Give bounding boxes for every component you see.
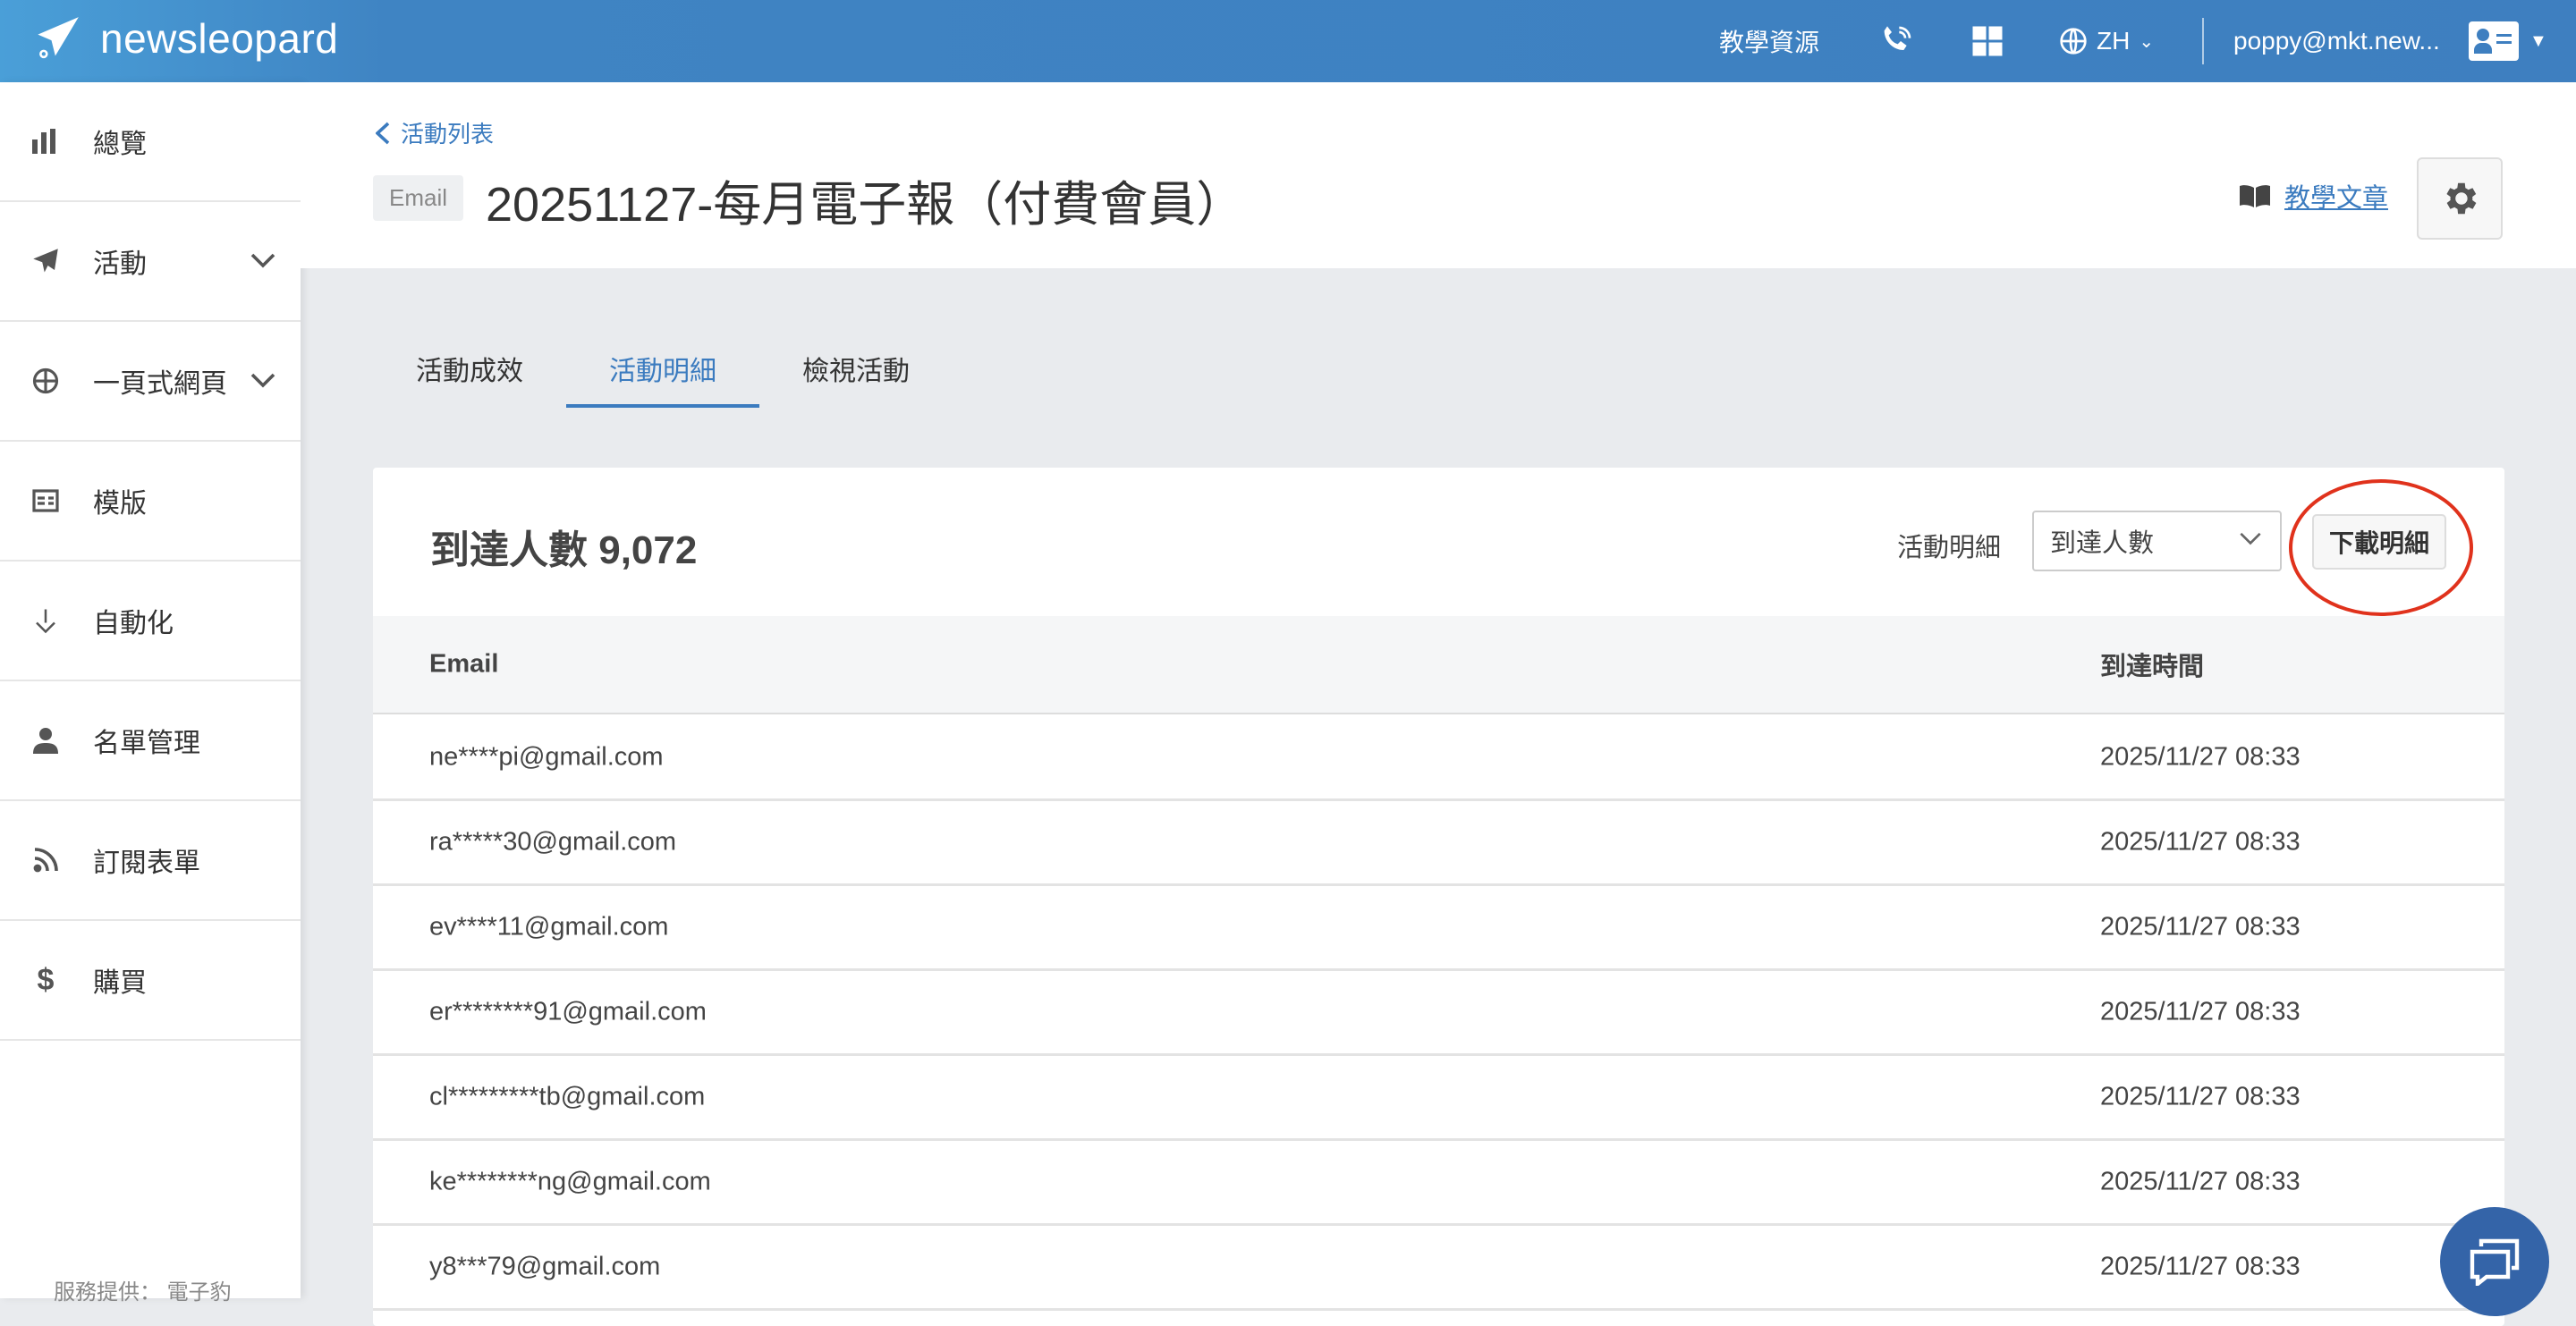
delivered-time-cell: 2025/11/27 08:33 — [2100, 1082, 2301, 1111]
email-cell: ke********ng@gmail.com — [429, 1167, 711, 1196]
phone-icon[interactable] — [1878, 0, 1914, 82]
sidebar-item-label: 一頁式網頁 — [93, 369, 227, 399]
chevron-down-icon — [250, 253, 275, 268]
sidebar-item-landing-pages[interactable]: 一頁式網頁 — [0, 322, 301, 442]
globe-icon — [30, 366, 61, 396]
email-cell: ev****11@gmail.com — [429, 912, 669, 942]
chat-support-button[interactable] — [2440, 1207, 2549, 1316]
delivered-count: 到達人數 9,072 — [430, 528, 698, 572]
paper-plane-icon — [30, 246, 61, 276]
delivered-time-cell: 2025/11/27 08:33 — [2100, 827, 2301, 857]
sidebar-item-overview[interactable]: 總覽 — [0, 82, 301, 202]
account-menu[interactable]: ▼ — [2469, 0, 2547, 82]
selected-value: 到達人數 — [2050, 529, 2155, 558]
tab-details[interactable]: 活動明細 — [566, 340, 759, 408]
sidebar-item-label: 模版 — [93, 489, 147, 519]
language-label: ZH — [2097, 27, 2131, 55]
back-label: 活動列表 — [401, 121, 495, 148]
sidebar-item-label: 訂閱表單 — [93, 849, 200, 878]
table-row: cl*********tb@gmail.com 2025/11/27 08:33 — [373, 1056, 2504, 1141]
sidebar-item-automation[interactable]: 自動化 — [0, 562, 301, 681]
column-header-delivered-time[interactable]: 到達時間 — [2100, 646, 2204, 683]
table-row: ne****pi@gmail.com 2025/11/27 08:33 — [373, 716, 2504, 801]
sidebar-item-templates[interactable]: 模版 — [0, 442, 301, 562]
paper-plane-logo-icon — [38, 17, 79, 59]
bar-chart-icon — [30, 126, 61, 156]
sidebar-item-campaigns[interactable]: 活動 — [0, 202, 301, 322]
gear-icon — [2446, 182, 2477, 215]
details-card: 到達人數 9,072 活動明細 到達人數 下載明細 Email 到達時間 ne*… — [373, 468, 2504, 1326]
chevron-down-icon — [250, 373, 275, 388]
resources-link[interactable]: 教學資源 — [1719, 0, 1819, 82]
tab-performance[interactable]: 活動成效 — [373, 340, 566, 408]
delivered-time-cell: 2025/11/27 08:33 — [2100, 742, 2301, 772]
sidebar-item-contacts[interactable]: 名單管理 — [0, 681, 301, 801]
table-row: er********91@gmail.com 2025/11/27 08:33 — [373, 971, 2504, 1056]
language-switcher[interactable]: ZH ⌄ — [2059, 0, 2154, 82]
email-cell: cl*********tb@gmail.com — [429, 1082, 706, 1111]
campaign-type-tag: Email — [373, 175, 464, 221]
divider — [2202, 18, 2204, 64]
back-to-campaign-list[interactable]: 活動列表 — [376, 116, 494, 149]
settings-button[interactable] — [2417, 157, 2503, 240]
detail-type-select[interactable]: 到達人數 — [2032, 511, 2282, 571]
globe-icon — [2060, 28, 2087, 55]
email-cell: ra*****30@gmail.com — [429, 827, 677, 857]
sidebar-item-label: 購買 — [93, 968, 147, 998]
email-cell: er********91@gmail.com — [429, 997, 707, 1026]
chat-icon — [2470, 1238, 2520, 1286]
delivered-time-cell: 2025/11/27 08:33 — [2100, 912, 2301, 942]
top-bar: newsleopard 教學資源 ZH ⌄ poppy@mkt.new... ▼ — [0, 0, 2576, 82]
sidebar-item-label: 名單管理 — [93, 729, 200, 758]
sidebar: 總覽 活動 一頁式網頁 模版 自動化 名單管理 訂閱表單 $ 購買 服務提供： … — [0, 82, 301, 1305]
dollar-icon: $ — [37, 962, 55, 997]
table-row: ev****11@gmail.com 2025/11/27 08:33 — [373, 886, 2504, 971]
table-row: ke********ng@gmail.com 2025/11/27 08:33 — [373, 1141, 2504, 1226]
sidebar-item-label: 活動 — [93, 249, 147, 279]
sidebar-item-subscription-forms[interactable]: 訂閱表單 — [0, 801, 301, 921]
table-header: Email 到達時間 — [373, 616, 2504, 714]
email-cell: ne****pi@gmail.com — [429, 742, 664, 772]
person-icon — [30, 725, 61, 756]
delivered-time-cell: 2025/11/27 08:33 — [2100, 1167, 2301, 1196]
brand-logo[interactable]: newsleopard — [34, 14, 338, 63]
rss-icon — [30, 845, 61, 875]
apps-grid-icon[interactable] — [1971, 0, 2004, 82]
table-row: ra*****30@gmail.com 2025/11/27 08:33 — [373, 801, 2504, 886]
brand-name: newsleopard — [100, 15, 339, 62]
campaign-tabs: 活動成效 活動明細 檢視活動 — [373, 340, 953, 408]
book-icon — [2239, 185, 2270, 207]
filter-label: 活動明細 — [1897, 534, 2002, 562]
caret-down-icon: ▼ — [2529, 30, 2547, 51]
automation-icon — [30, 605, 61, 636]
sidebar-item-label: 總覽 — [93, 130, 147, 159]
delivered-time-cell: 2025/11/27 08:33 — [2100, 1252, 2301, 1281]
delivered-time-cell: 2025/11/27 08:33 — [2100, 997, 2301, 1026]
download-details-button[interactable]: 下載明細 — [2312, 514, 2446, 570]
chevron-down-icon: ⌄ — [2139, 31, 2155, 52]
template-icon — [30, 486, 61, 516]
service-provider-note: 服務提供： 電子豹 — [54, 1280, 232, 1305]
tutorial-label: 教學文章 — [2284, 184, 2388, 213]
chevron-down-icon — [2240, 532, 2261, 545]
chevron-left-icon — [376, 122, 390, 144]
contact-card-icon — [2469, 21, 2519, 61]
tab-view-campaign[interactable]: 檢視活動 — [759, 340, 953, 408]
page-title: 20251127-每月電子報（付費會員） — [486, 178, 1245, 232]
tutorial-link[interactable]: 教學文章 — [2239, 177, 2388, 215]
sidebar-item-purchase[interactable]: $ 購買 — [0, 921, 301, 1041]
column-header-email[interactable]: Email — [429, 650, 498, 680]
page-header: 活動列表 Email 20251127-每月電子報（付費會員） 教學文章 — [301, 82, 2576, 268]
account-email[interactable]: poppy@mkt.new... — [2233, 0, 2440, 82]
email-cell: y8***79@gmail.com — [429, 1252, 661, 1281]
sidebar-item-label: 自動化 — [93, 609, 174, 638]
